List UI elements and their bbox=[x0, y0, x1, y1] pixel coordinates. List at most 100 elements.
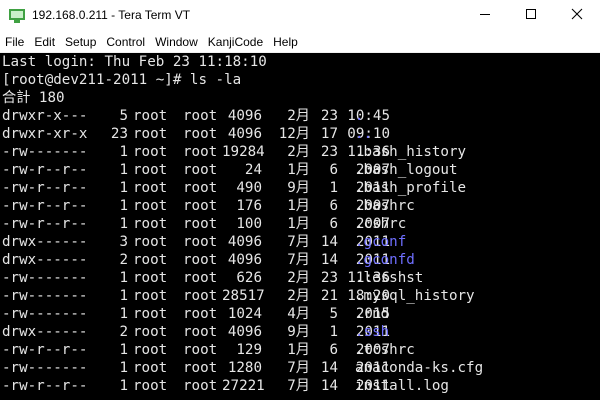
ls-month: 7月 bbox=[287, 234, 310, 250]
ls-size: 490 bbox=[236, 180, 262, 196]
terminal-line-last-login: Last login: Thu Feb 23 11:18:10 bbox=[2, 54, 267, 70]
ls-group: root bbox=[183, 288, 218, 304]
ls-owner: root bbox=[133, 108, 168, 124]
ls-name: .bash_profile bbox=[355, 180, 467, 196]
ls-day: 5 bbox=[329, 306, 338, 322]
ls-month: 7月 bbox=[287, 378, 310, 394]
ls-links: 1 bbox=[119, 342, 128, 358]
ls-day: 14 bbox=[320, 234, 338, 250]
ls-owner: root bbox=[133, 180, 168, 196]
ls-links: 23 bbox=[110, 126, 128, 142]
ls-name: .cshrc bbox=[355, 216, 407, 232]
ls-row: drwx------ 3 root root 4096 7月 14 2011 .gconf bbox=[2, 233, 598, 251]
ls-links: 1 bbox=[119, 306, 128, 322]
ls-size: 27221 bbox=[222, 378, 265, 394]
ls-links: 1 bbox=[119, 288, 128, 304]
ls-owner: root bbox=[133, 288, 168, 304]
ls-links: 1 bbox=[119, 270, 128, 286]
ls-owner: root bbox=[133, 162, 168, 178]
ls-month: 1月 bbox=[287, 342, 310, 358]
close-button[interactable] bbox=[554, 0, 600, 32]
ls-perm: -rw-r--r-- bbox=[2, 342, 88, 358]
ls-name: .rnd bbox=[355, 306, 390, 322]
ls-group: root bbox=[183, 108, 218, 124]
tera-term-icon[interactable] bbox=[9, 9, 25, 23]
ls-month: 12月 bbox=[278, 126, 310, 142]
ls-owner: root bbox=[133, 342, 168, 358]
ls-time: 10:45 bbox=[347, 108, 390, 124]
ls-group: root bbox=[183, 342, 218, 358]
menu-window[interactable]: Window bbox=[150, 32, 203, 52]
ls-links: 3 bbox=[119, 234, 128, 250]
menu-edit[interactable]: Edit bbox=[29, 32, 60, 52]
menu-file[interactable]: File bbox=[0, 32, 29, 52]
ls-owner: root bbox=[133, 234, 168, 250]
ls-row: -rw------- 1 root root 1280 7月 14 2011 anaconda-… bbox=[2, 359, 598, 377]
ls-month: 1月 bbox=[287, 162, 310, 178]
ls-row: drwx------ 2 root root 4096 9月 1 2011 .ssh bbox=[2, 323, 598, 341]
minimize-button[interactable] bbox=[462, 0, 508, 32]
ls-month: 7月 bbox=[287, 252, 310, 268]
ls-month: 2月 bbox=[287, 288, 310, 304]
ls-group: root bbox=[183, 198, 218, 214]
ls-name: . bbox=[355, 108, 364, 124]
ls-group: root bbox=[183, 180, 218, 196]
ls-group: root bbox=[183, 126, 218, 142]
close-icon bbox=[571, 7, 583, 25]
ls-month: 1月 bbox=[287, 198, 310, 214]
ls-name: .bash_history bbox=[355, 144, 467, 160]
ls-name: .gconfd bbox=[355, 252, 415, 268]
ls-owner: root bbox=[133, 198, 168, 214]
ls-month: 1月 bbox=[287, 216, 310, 232]
ls-owner: root bbox=[133, 360, 168, 376]
ls-perm: -rw------- bbox=[2, 306, 88, 322]
menu-kanjicode[interactable]: KanjiCode bbox=[203, 32, 268, 52]
ls-row: drwxr-xr-x 23 root root 4096 12月 17 09:10.. bbox=[2, 125, 598, 143]
ls-links: 2 bbox=[119, 252, 128, 268]
maximize-icon bbox=[525, 7, 537, 25]
title-bar[interactable]: 192.168.0.211 - Tera Term VT bbox=[0, 0, 600, 32]
ls-month: 7月 bbox=[287, 360, 310, 376]
ls-day: 6 bbox=[329, 162, 338, 178]
ls-group: root bbox=[183, 252, 218, 268]
ls-owner: root bbox=[133, 252, 168, 268]
ls-size: 100 bbox=[236, 216, 262, 232]
ls-perm: drwxr-x--- bbox=[2, 108, 88, 124]
ls-row: -rw------- 1 root root 626 2月 23 11:36 .lesshst bbox=[2, 269, 598, 287]
ls-perm: -rw-r--r-- bbox=[2, 378, 88, 394]
ls-size: 4096 bbox=[227, 108, 262, 124]
ls-size: 19284 bbox=[222, 144, 265, 160]
maximize-button[interactable] bbox=[508, 0, 554, 32]
ls-month: 2月 bbox=[287, 144, 310, 160]
ls-size: 24 bbox=[244, 162, 262, 178]
ls-month: 4月 bbox=[287, 306, 310, 322]
ls-links: 1 bbox=[119, 144, 128, 160]
ls-owner: root bbox=[133, 378, 168, 394]
ls-group: root bbox=[183, 270, 218, 286]
ls-owner: root bbox=[133, 306, 168, 322]
ls-day: 14 bbox=[320, 378, 338, 394]
ls-links: 1 bbox=[119, 162, 128, 178]
ls-size: 176 bbox=[236, 198, 262, 214]
menu-help[interactable]: Help bbox=[268, 32, 303, 52]
ls-day: 6 bbox=[329, 342, 338, 358]
terminal-screen[interactable]: Last login: Thu Feb 23 11:18:10 [root@de… bbox=[0, 53, 600, 400]
ls-name: .tcshrc bbox=[355, 342, 415, 358]
ls-name: .ssh bbox=[355, 324, 390, 340]
ls-row: -rw-r--r-- 1 root root 176 1月 6 2007 .bashrc bbox=[2, 197, 598, 215]
ls-owner: root bbox=[133, 126, 168, 142]
ls-perm: -rw-r--r-- bbox=[2, 216, 88, 232]
ls-size: 28517 bbox=[222, 288, 265, 304]
ls-group: root bbox=[183, 162, 218, 178]
ls-perm: -rw-r--r-- bbox=[2, 162, 88, 178]
ls-links: 1 bbox=[119, 198, 128, 214]
ls-row: -rw-r--r-- 1 root root 24 1月 6 2007 .bash_logout bbox=[2, 161, 598, 179]
window-title: 192.168.0.211 - Tera Term VT bbox=[32, 8, 191, 22]
ls-name: install.log bbox=[355, 378, 449, 394]
menu-control[interactable]: Control bbox=[101, 32, 150, 52]
ls-size: 1280 bbox=[227, 360, 262, 376]
ls-day: 21 bbox=[320, 288, 338, 304]
ls-name: .. bbox=[355, 126, 373, 142]
ls-row: -rw-r--r-- 1 root root 129 1月 6 2007 .tcshrc bbox=[2, 341, 598, 359]
menu-setup[interactable]: Setup bbox=[60, 32, 101, 52]
